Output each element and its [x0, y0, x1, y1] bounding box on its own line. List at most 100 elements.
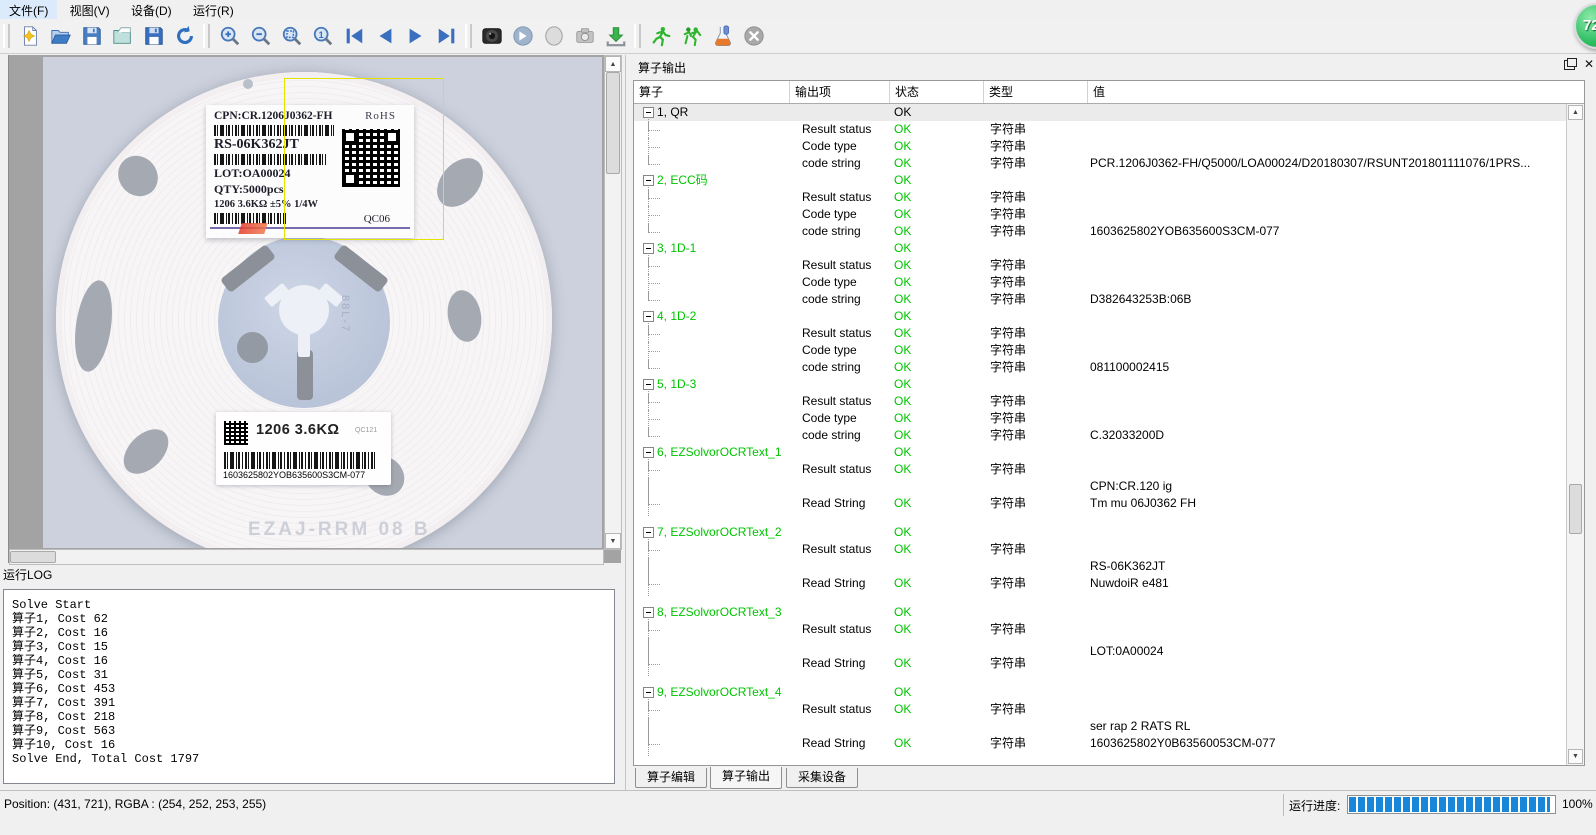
menu-run[interactable]: 运行(R) — [184, 0, 243, 19]
operator-row[interactable]: 8, EZSolvorOCRText_3OK — [634, 604, 1567, 621]
col-header-value[interactable]: 值 — [1088, 81, 1584, 103]
collapse-icon[interactable] — [643, 243, 654, 254]
read-string-row[interactable]: Read StringOK字符串CPN:CR.120 igTm mu 06J03… — [634, 478, 1567, 512]
menu-device[interactable]: 设备(D) — [122, 0, 181, 19]
nav-prev-icon — [374, 25, 396, 47]
operator-row[interactable]: 7, EZSolvorOCRText_2OK — [634, 524, 1567, 541]
output-item-row[interactable]: Result statusOK字符串 — [634, 461, 1567, 478]
run-button[interactable] — [646, 22, 675, 51]
open-project-button[interactable] — [108, 22, 137, 51]
col-header-operator[interactable]: 算子 — [634, 81, 790, 103]
table-vertical-scrollbar[interactable]: ▲ ▼ — [1566, 104, 1584, 765]
scroll-up-icon[interactable]: ▲ — [605, 56, 621, 72]
float-panel-icon[interactable] — [1564, 60, 1575, 70]
output-item-row[interactable]: Code typeOK字符串 — [634, 138, 1567, 155]
collapse-icon[interactable] — [643, 687, 654, 698]
zoom-actual-button[interactable]: 1 — [308, 22, 337, 51]
run-log[interactable]: Solve Start算子1, Cost 62算子2, Cost 16算子3, … — [3, 589, 615, 784]
new-file-button[interactable] — [15, 22, 44, 51]
inspection-image[interactable]: 88L-7 CPN:CR.1206J0362-FH RS-06K362JT LO… — [43, 57, 602, 548]
log-line: 算子6, Cost 453 — [12, 682, 614, 696]
reel-sprocket-hole — [243, 79, 253, 89]
operator-row[interactable]: 9, EZSolvorOCRText_4OK — [634, 684, 1567, 701]
close-panel-icon[interactable]: ✕ — [1584, 57, 1594, 71]
badge-value: 72 — [1583, 17, 1596, 34]
output-item-row[interactable]: Result statusOK字符串 — [634, 325, 1567, 342]
output-item-row[interactable]: Result statusOK字符串 — [634, 621, 1567, 638]
collapse-icon[interactable] — [643, 107, 654, 118]
camera-button[interactable] — [477, 22, 506, 51]
collapse-icon[interactable] — [643, 607, 654, 618]
scroll-down-icon[interactable]: ▼ — [605, 533, 621, 549]
operator-row[interactable]: 5, 1D-3OK — [634, 376, 1567, 393]
nav-first-button[interactable] — [339, 22, 368, 51]
nav-prev-button[interactable] — [370, 22, 399, 51]
tab-capture-device[interactable]: 采集设备 — [786, 768, 858, 788]
nav-last-button[interactable] — [432, 22, 461, 51]
output-item-row[interactable]: code stringOK字符串1603625802YOB635600S3CM-… — [634, 223, 1567, 240]
output-item-row[interactable]: Result statusOK字符串 — [634, 121, 1567, 138]
row-spacer — [634, 672, 1567, 684]
scroll-thumb[interactable] — [606, 72, 620, 174]
collapse-icon[interactable] — [643, 527, 654, 538]
menu-view[interactable]: 视图(V) — [61, 0, 119, 19]
collapse-icon[interactable] — [643, 311, 654, 322]
output-item-row[interactable]: Code typeOK字符串 — [634, 274, 1567, 291]
output-item-row[interactable]: Result statusOK字符串 — [634, 257, 1567, 274]
abort-button[interactable] — [739, 22, 768, 51]
read-string-row[interactable]: Read StringOK字符串RS-06K362JTNuwdoiR e481 — [634, 558, 1567, 592]
col-header-type[interactable]: 类型 — [984, 81, 1088, 103]
image-vertical-scrollbar[interactable]: ▲ ▼ — [604, 55, 622, 550]
scroll-thumb[interactable] — [10, 551, 56, 563]
operator-row[interactable]: 4, 1D-2OK — [634, 308, 1567, 325]
test-button[interactable] — [708, 22, 737, 51]
roi-rectangle[interactable] — [284, 78, 444, 240]
menu-file[interactable]: 文件(F) — [0, 0, 57, 19]
collapse-icon[interactable] — [643, 379, 654, 390]
zoom-in-button[interactable] — [215, 22, 244, 51]
save-image-button[interactable] — [601, 22, 630, 51]
run-once-button[interactable] — [508, 22, 537, 51]
operator-row[interactable]: 6, EZSolvorOCRText_1OK — [634, 444, 1567, 461]
read-string-row[interactable]: Read StringOK字符串ser rap 2 RATS RL1603625… — [634, 718, 1567, 752]
scroll-thumb[interactable] — [1569, 484, 1582, 534]
tab-operator-edit[interactable]: 算子编辑 — [635, 768, 707, 788]
output-item-row[interactable]: Result statusOK字符串 — [634, 393, 1567, 410]
collapse-icon[interactable] — [643, 447, 654, 458]
output-item-row[interactable]: Result statusOK字符串 — [634, 541, 1567, 558]
stop-button[interactable] — [539, 22, 568, 51]
nav-next-button[interactable] — [401, 22, 430, 51]
collapse-icon[interactable] — [643, 175, 654, 186]
zoom-out-button[interactable] — [246, 22, 275, 51]
read-string-row[interactable]: Read StringOK字符串LOT:0A00024 — [634, 638, 1567, 672]
output-item-row[interactable]: Code typeOK字符串 — [634, 206, 1567, 223]
image-horizontal-scrollbar[interactable] — [9, 549, 604, 565]
operator-row[interactable]: 3, 1D-1OK — [634, 240, 1567, 257]
col-header-status[interactable]: 状态 — [890, 81, 984, 103]
row-spacer — [634, 592, 1567, 604]
col-header-output-item[interactable]: 输出项 — [790, 81, 890, 103]
save-all-button[interactable] — [139, 22, 168, 51]
refresh-button[interactable] — [170, 22, 199, 51]
camera-icon — [481, 25, 503, 47]
save-all-icon — [143, 25, 165, 47]
save-button[interactable] — [77, 22, 106, 51]
open-file-button[interactable] — [46, 22, 75, 51]
output-item-row[interactable]: code stringOK字符串C.32033200D — [634, 427, 1567, 444]
output-item-row[interactable]: Code typeOK字符串 — [634, 410, 1567, 427]
scroll-up-icon[interactable]: ▲ — [1568, 105, 1583, 120]
scroll-down-icon[interactable]: ▼ — [1568, 749, 1583, 764]
tab-operator-output[interactable]: 算子输出 — [710, 767, 782, 789]
output-item-row[interactable]: Code typeOK字符串 — [634, 342, 1567, 359]
output-item-row[interactable]: Result statusOK字符串 — [634, 189, 1567, 206]
run-continuous-button[interactable] — [677, 22, 706, 51]
output-item-row[interactable]: code stringOK字符串PCR.1206J0362-FH/Q5000/L… — [634, 155, 1567, 172]
operator-row[interactable]: 2, ECC码OK — [634, 172, 1567, 189]
output-item-row[interactable]: code stringOK字符串081100002415 — [634, 359, 1567, 376]
output-item-row[interactable]: Result statusOK字符串 — [634, 701, 1567, 718]
output-item-row[interactable]: code stringOK字符串D382643253B:06B — [634, 291, 1567, 308]
hub-text: 88L-7 — [339, 295, 351, 333]
snapshot-button[interactable] — [570, 22, 599, 51]
operator-row[interactable]: 1, QROK — [634, 104, 1567, 121]
zoom-fit-button[interactable] — [277, 22, 306, 51]
